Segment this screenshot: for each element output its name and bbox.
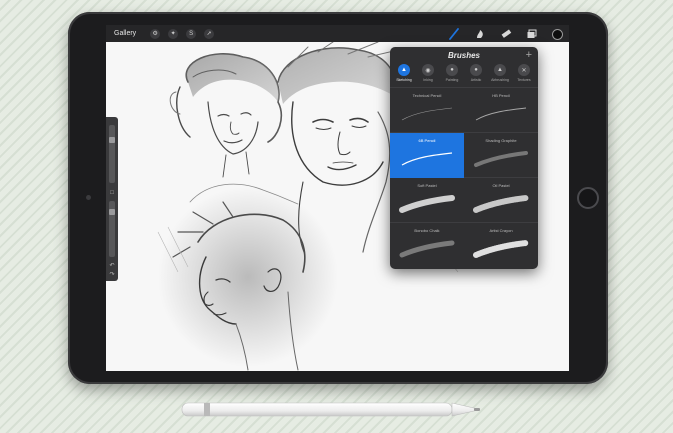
- brush-name: Shading Graphite: [485, 138, 517, 143]
- color-swatch[interactable]: [552, 28, 563, 40]
- brush-name: Soft Pastel: [417, 183, 437, 188]
- apple-pencil: [181, 402, 480, 417]
- brush-stroke-preview: [473, 195, 529, 213]
- brush-name: Bonobo Chalk: [414, 228, 440, 233]
- category-label: Textures: [517, 78, 531, 82]
- modify-button[interactable]: □: [108, 189, 116, 197]
- art-brush-icon: ●: [470, 64, 482, 76]
- front-camera: [86, 195, 91, 200]
- top-toolbar: Gallery ⚙ ✦ S ➚: [106, 25, 569, 42]
- wrench-icon[interactable]: ⚙: [150, 28, 161, 39]
- category-inking[interactable]: ◉ Inking: [416, 64, 440, 86]
- airbrush-icon: ▲: [494, 64, 506, 76]
- brush-shading-graphite[interactable]: Shading Graphite: [464, 133, 538, 178]
- gallery-button[interactable]: Gallery: [114, 30, 136, 37]
- ink-drop-icon: ◉: [422, 64, 434, 76]
- layers-icon[interactable]: [526, 28, 538, 40]
- brush-stroke-preview: [401, 152, 453, 166]
- paint-drop-icon: ●: [446, 64, 458, 76]
- selection-s-icon[interactable]: S: [186, 28, 197, 39]
- category-textures[interactable]: ✕ Textures: [512, 64, 536, 86]
- category-label: Painting: [445, 78, 459, 82]
- pencil-tip-icon: ▲: [398, 64, 410, 76]
- brush-bonobo-chalk[interactable]: Bonobo Chalk: [390, 223, 464, 268]
- category-label: Sketching: [396, 78, 412, 82]
- procreate-screen: Gallery ⚙ ✦ S ➚ □ ↶ ↷ Brushes + ▲ Sketch…: [106, 25, 569, 371]
- category-label: Artistic: [470, 78, 482, 82]
- smudge-icon[interactable]: [474, 28, 486, 40]
- brushes-title: Brushes: [447, 51, 480, 60]
- opacity-knob[interactable]: [109, 209, 115, 215]
- magic-wand-icon[interactable]: ✦: [168, 28, 179, 39]
- brush-oil-pastel[interactable]: Oil Pastel: [464, 178, 538, 223]
- brush-stroke-preview: [399, 240, 455, 258]
- brush-stroke-preview: [401, 107, 453, 121]
- brush-stroke-preview: [475, 107, 527, 121]
- texture-x-icon: ✕: [518, 64, 530, 76]
- brush-grid: Technical Pencil HB Pencil 6B Pencil Sha…: [390, 87, 538, 267]
- redo-icon[interactable]: ↷: [108, 271, 116, 279]
- brush-stroke-preview: [399, 195, 455, 213]
- category-label: Inking: [423, 78, 433, 82]
- category-label: Airbrushing: [491, 78, 509, 82]
- home-button[interactable]: [577, 187, 599, 209]
- brush-size-slider[interactable]: [109, 125, 115, 183]
- transform-arrow-icon[interactable]: ➚: [204, 28, 215, 39]
- left-sidebar: □ ↶ ↷: [106, 117, 118, 281]
- brush-technical-pencil[interactable]: Technical Pencil: [390, 88, 464, 133]
- brush-soft-pastel[interactable]: Soft Pastel: [390, 178, 464, 223]
- brush-artist-crayon[interactable]: Artist Crayon: [464, 223, 538, 268]
- brush-name: Artist Crayon: [489, 228, 513, 233]
- brush-row: Technical Pencil HB Pencil: [390, 87, 538, 132]
- opacity-slider[interactable]: [109, 201, 115, 257]
- category-airbrushing[interactable]: ▲ Airbrushing: [488, 64, 512, 86]
- add-brush-button[interactable]: +: [526, 49, 532, 61]
- category-artistic[interactable]: ● Artistic: [464, 64, 488, 86]
- brush-categories: ▲ Sketching ◉ Inking ● Painting ● Artist…: [390, 64, 538, 86]
- brush-icon[interactable]: [448, 28, 460, 40]
- brush-row: 6B Pencil Shading Graphite: [390, 132, 538, 178]
- eraser-icon[interactable]: [500, 28, 512, 40]
- brush-name: HB Pencil: [492, 93, 510, 98]
- undo-icon[interactable]: ↶: [108, 262, 116, 270]
- brush-6b-pencil[interactable]: 6B Pencil: [390, 133, 464, 178]
- brush-name: Oil Pastel: [492, 183, 510, 188]
- category-painting[interactable]: ● Painting: [440, 64, 464, 86]
- brush-stroke-preview: [474, 151, 528, 167]
- category-sketching[interactable]: ▲ Sketching: [392, 64, 416, 86]
- brush-hb-pencil[interactable]: HB Pencil: [464, 88, 538, 133]
- brush-name: 6B Pencil: [418, 138, 436, 143]
- brush-name: Technical Pencil: [412, 93, 442, 98]
- brush-size-knob[interactable]: [109, 137, 115, 143]
- brush-row: Soft Pastel Oil Pastel: [390, 177, 538, 222]
- brush-row: Bonobo Chalk Artist Crayon: [390, 222, 538, 267]
- toolbar-right-tools: [434, 28, 563, 40]
- brushes-panel: Brushes + ▲ Sketching ◉ Inking ● Paintin…: [390, 47, 538, 269]
- brush-stroke-preview: [473, 240, 529, 258]
